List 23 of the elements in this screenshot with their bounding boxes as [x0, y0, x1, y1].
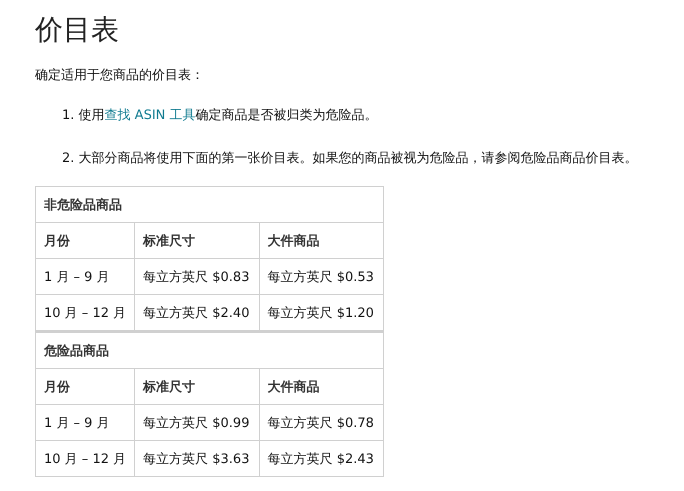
table-cell: 每立方英尺 $0.78 [259, 404, 384, 440]
table-cell: 每立方英尺 $2.43 [259, 440, 384, 476]
column-header: 月份 [36, 368, 135, 404]
step-text: 1. 使用查找 ASIN 工具确定商品是否被归类为危险品。 [62, 107, 379, 125]
intro-text: 确定适用于您商品的价目表： [35, 67, 205, 85]
section-title: 危险品商品 [36, 332, 384, 368]
table-cell: 1 月 – 9 月 [36, 404, 135, 440]
table-cell: 1 月 – 9 月 [36, 258, 135, 294]
section-title: 非危险品商品 [36, 186, 384, 222]
page-title: 价目表 [35, 12, 120, 48]
table-cell: 10 月 – 12 月 [36, 294, 135, 332]
step-text: 2. 大部分商品将使用下面的第一张价目表。如果您的商品被视为危险品，请参阅危险品商品价目表。 [62, 150, 639, 168]
column-header: 大件商品 [259, 222, 384, 258]
column-header: 标准尺寸 [134, 222, 260, 258]
column-header: 月份 [36, 222, 135, 258]
asin-tool-link[interactable]: 查找 ASIN 工具 [104, 108, 196, 123]
table-cell: 每立方英尺 $0.99 [134, 404, 260, 440]
column-header: 标准尺寸 [134, 368, 260, 404]
table-cell: 每立方英尺 $3.63 [134, 440, 260, 476]
table-cell: 每立方英尺 $0.83 [134, 258, 260, 294]
table-cell: 10 月 – 12 月 [36, 440, 135, 476]
column-header: 大件商品 [259, 368, 384, 404]
table-cell: 每立方英尺 $0.53 [259, 258, 384, 294]
